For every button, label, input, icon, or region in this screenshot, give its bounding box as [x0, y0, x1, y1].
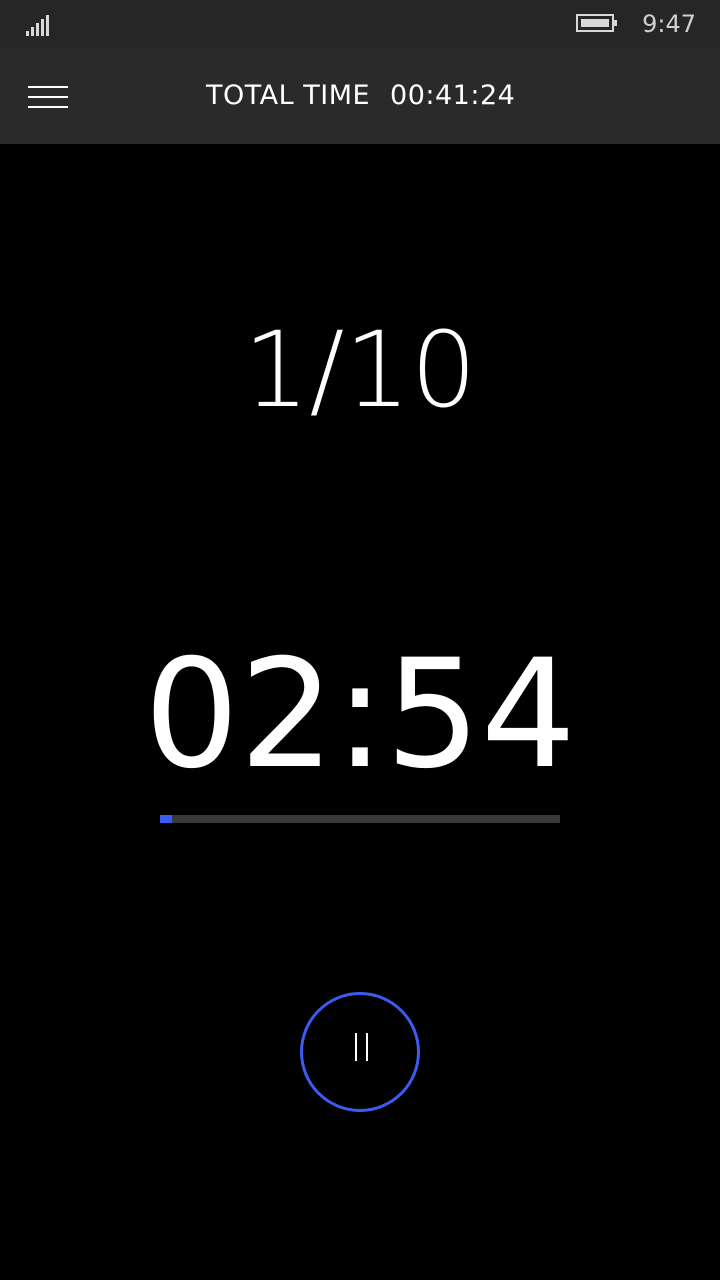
- hamburger-menu-icon[interactable]: [28, 86, 68, 108]
- total-time-label: TOTAL TIME: [206, 80, 371, 111]
- app-header: TOTAL TIME 00:41:24: [0, 48, 720, 144]
- progress-fill: [160, 815, 172, 823]
- round-counter: 1/10: [243, 309, 477, 431]
- status-bar: 9:47: [0, 0, 720, 48]
- pause-icon: [366, 1033, 368, 1061]
- pause-button[interactable]: [300, 992, 420, 1112]
- pause-icon: [355, 1033, 357, 1061]
- progress-bar: [160, 815, 560, 823]
- battery-icon: [576, 14, 617, 32]
- signal-strength-icon: [26, 14, 56, 36]
- total-time: TOTAL TIME 00:41:24: [206, 80, 515, 111]
- status-clock: 9:47: [642, 10, 696, 38]
- countdown-timer: 02:54: [143, 628, 577, 802]
- total-time-value: 00:41:24: [390, 80, 516, 111]
